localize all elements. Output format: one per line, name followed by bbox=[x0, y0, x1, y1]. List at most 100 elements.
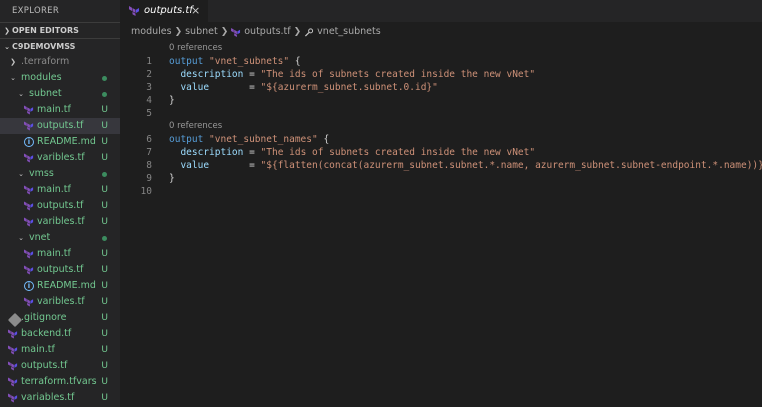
file-label: varibles.tf bbox=[37, 216, 85, 227]
terraform-icon bbox=[24, 297, 34, 307]
code-line: 7 description = "The ids of subnets crea… bbox=[120, 146, 762, 159]
chevron-down-icon: ⌄ bbox=[18, 170, 24, 178]
breadcrumb-subnet[interactable]: subnet bbox=[185, 25, 218, 39]
code-text: description = "The ids of subnets create… bbox=[169, 68, 535, 81]
breadcrumb: modules ❯ subnet ❯ outputs.tf ❯ vnet_subnets bbox=[131, 25, 381, 39]
terraform-icon bbox=[129, 6, 139, 16]
references-label[interactable]: 0 references bbox=[169, 120, 222, 133]
open-editors-label: OPEN EDITORS bbox=[12, 26, 79, 35]
close-icon[interactable]: × bbox=[191, 0, 200, 22]
chevron-right-icon: ❯ bbox=[293, 27, 302, 37]
tree-item[interactable]: outputs.tf U bbox=[0, 358, 120, 374]
tree-item[interactable]: main.tf U bbox=[0, 342, 120, 358]
line-number: 2 bbox=[146, 69, 152, 80]
code-editor[interactable]: 0 references 1 output "vnet_subnets" { 2 de… bbox=[120, 42, 762, 198]
terraform-icon bbox=[24, 201, 34, 211]
tree-item[interactable]: ⌄ vnet bbox=[0, 230, 120, 246]
file-label: backend.tf bbox=[21, 328, 72, 339]
file-label: varibles.tf bbox=[37, 296, 85, 307]
untracked-badge: U bbox=[101, 297, 108, 307]
terraform-icon bbox=[8, 361, 18, 371]
untracked-badge: U bbox=[101, 185, 108, 195]
tree-item[interactable]: ⌄ vmss bbox=[0, 166, 120, 182]
code-text: output "vnet_subnets" { bbox=[169, 55, 301, 68]
tree-item[interactable]: outputs.tf U bbox=[0, 262, 120, 278]
file-label: main.tf bbox=[37, 248, 71, 259]
project-section[interactable]: ⌄ C9DEMOVMSS bbox=[0, 38, 120, 54]
untracked-badge: U bbox=[101, 121, 108, 131]
terraform-icon bbox=[24, 121, 34, 131]
code-token: "${azurerm_subnet.subnet.0.id}" bbox=[260, 82, 438, 93]
tree-item[interactable]: outputs.tf U bbox=[0, 198, 120, 214]
info-icon: i bbox=[24, 281, 34, 291]
code-line: 1 output "vnet_subnets" { bbox=[120, 55, 762, 68]
tree-item[interactable]: terraform.tfvars U bbox=[0, 374, 120, 390]
tree-item[interactable]: i README.md U bbox=[0, 278, 120, 294]
code-token: "vnet_subnets" bbox=[209, 56, 290, 67]
modified-dot-icon bbox=[102, 76, 107, 81]
terraform-icon bbox=[24, 185, 34, 195]
folder-label: subnet bbox=[29, 88, 62, 99]
tree-item[interactable]: i README.md U bbox=[0, 134, 120, 150]
untracked-badge: U bbox=[101, 313, 108, 323]
chevron-right-icon: ❯ bbox=[174, 27, 183, 37]
file-label: README.md bbox=[37, 136, 96, 147]
code-text: value = "${azurerm_subnet.subnet.0.id}" bbox=[169, 81, 438, 94]
untracked-badge: U bbox=[101, 265, 108, 275]
tree-item[interactable]: varibles.tf U bbox=[0, 294, 120, 310]
breadcrumb-file[interactable]: outputs.tf bbox=[244, 25, 290, 39]
line-number: 6 bbox=[146, 134, 152, 145]
file-label: terraform.tfvars bbox=[21, 376, 97, 387]
open-editors-section[interactable]: ❯ OPEN EDITORS bbox=[0, 22, 120, 38]
tab-outputs-tf[interactable]: outputs.tf × bbox=[120, 0, 208, 22]
file-label: varibles.tf bbox=[37, 152, 85, 163]
terraform-icon bbox=[8, 345, 18, 355]
folder-label: vnet bbox=[29, 232, 51, 243]
tree-item[interactable]: backend.tf U bbox=[0, 326, 120, 342]
terraform-icon bbox=[24, 265, 34, 275]
tree-item[interactable]: ❯ .terraform bbox=[0, 54, 120, 70]
tree-item[interactable]: variables.tf U bbox=[0, 390, 120, 406]
tree-item[interactable]: varibles.tf U bbox=[0, 214, 120, 230]
code-lens[interactable]: 0 references bbox=[120, 120, 762, 133]
file-label: main.tf bbox=[21, 344, 55, 355]
code-text: } bbox=[169, 94, 175, 107]
terraform-icon bbox=[24, 249, 34, 259]
terraform-icon bbox=[8, 329, 18, 339]
tree-item[interactable]: main.tf U bbox=[0, 182, 120, 198]
untracked-badge: U bbox=[101, 361, 108, 371]
terraform-icon bbox=[8, 377, 18, 387]
code-line: 6 output "vnet_subnet_names" { bbox=[120, 133, 762, 146]
tree-item[interactable]: ⌄ subnet bbox=[0, 86, 120, 102]
references-label[interactable]: 0 references bbox=[169, 42, 222, 55]
tree-item[interactable]: ⌄ modules bbox=[0, 70, 120, 86]
untracked-badge: U bbox=[101, 377, 108, 387]
breadcrumb-symbol[interactable]: vnet_subnets bbox=[317, 25, 381, 39]
modified-dot-icon bbox=[102, 172, 107, 177]
modified-dot-icon bbox=[102, 236, 107, 241]
tab-label: outputs.tf bbox=[144, 5, 193, 16]
info-icon: i bbox=[24, 137, 34, 147]
code-lens[interactable]: 0 references bbox=[120, 42, 762, 55]
folder-label: modules bbox=[21, 72, 62, 83]
breadcrumb-modules[interactable]: modules bbox=[131, 25, 172, 39]
file-label: main.tf bbox=[37, 104, 71, 115]
modified-dot-icon bbox=[102, 92, 107, 97]
terraform-icon bbox=[24, 105, 34, 115]
line-number: 1 bbox=[146, 56, 152, 67]
line-number: 10 bbox=[140, 186, 152, 197]
tree-item[interactable]: varibles.tf U bbox=[0, 150, 120, 166]
untracked-badge: U bbox=[101, 201, 108, 211]
code-token: = bbox=[243, 147, 261, 158]
tree-item[interactable]: main.tf U bbox=[0, 246, 120, 262]
tree-item[interactable]: outputs.tf U bbox=[0, 118, 120, 134]
tree-item[interactable]: main.tf U bbox=[0, 102, 120, 118]
line-number: 7 bbox=[146, 147, 152, 158]
file-label: .gitignore bbox=[21, 312, 67, 323]
tree-item[interactable]: .gitignore U bbox=[0, 310, 120, 328]
line-number: 4 bbox=[146, 95, 152, 106]
code-token: "${flatten(concat(azurerm_subnet.subnet.… bbox=[260, 160, 762, 171]
file-label: outputs.tf bbox=[37, 120, 84, 131]
